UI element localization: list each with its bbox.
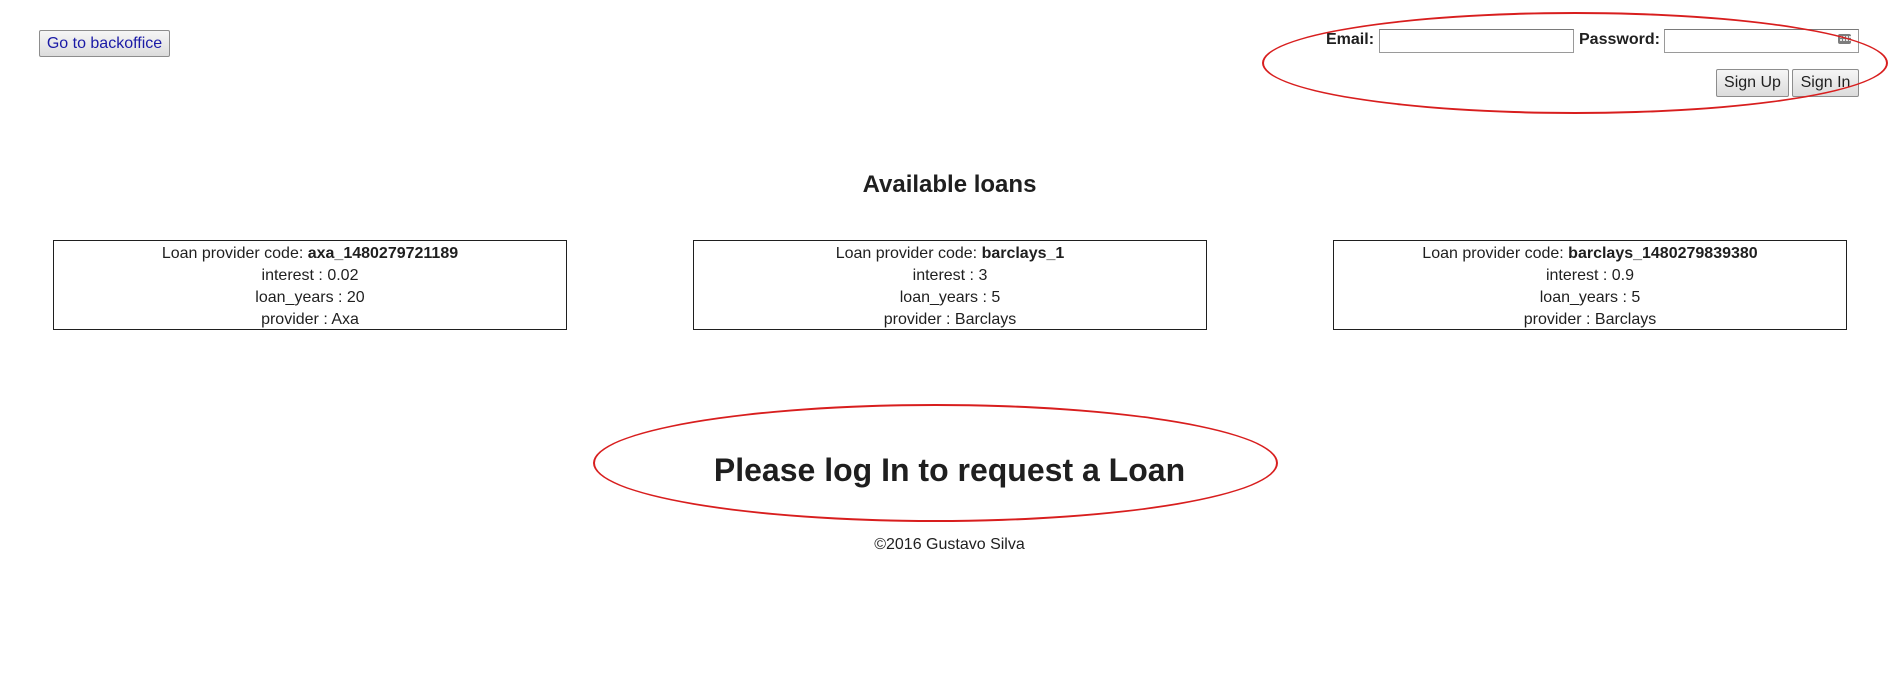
loan-card: Loan provider code: axa_1480279721189 in…	[53, 240, 567, 330]
loan-code: barclays_1480279839380	[1568, 245, 1758, 262]
loan-interest: 0.9	[1611, 267, 1635, 284]
go-to-backoffice-button[interactable]: Go to backoffice	[39, 30, 170, 57]
sign-up-button[interactable]: Sign Up	[1716, 69, 1789, 97]
login-prompt-heading: Please log In to request a Loan	[713, 452, 1186, 488]
keyboard-icon[interactable]	[1838, 34, 1851, 44]
login-highlight-ellipse	[1262, 12, 1888, 114]
loan-provider-label: provider :	[1523, 311, 1595, 328]
loan-card: Loan provider code: barclays_1 interest …	[693, 240, 1207, 330]
loan-code-row: Loan provider code: barclays_1	[694, 243, 1206, 265]
loan-years: 5	[991, 289, 1001, 306]
loan-code-label: Loan provider code:	[161, 245, 308, 262]
loan-interest: 0.02	[327, 267, 359, 284]
loan-provider: Barclays	[954, 311, 1017, 328]
loan-interest-row: interest : 3	[694, 265, 1206, 287]
loan-provider-label: provider :	[261, 311, 332, 328]
loan-years-row: loan_years : 5	[1334, 287, 1846, 309]
loan-provider: Axa	[331, 311, 359, 328]
loan-years: 20	[346, 289, 365, 306]
loan-code-row: Loan provider code: axa_1480279721189	[54, 243, 566, 265]
loan-interest-row: interest : 0.02	[54, 265, 566, 287]
loan-provider-row: provider : Barclays	[694, 309, 1206, 331]
email-field[interactable]	[1379, 29, 1574, 53]
email-label: Email:	[1326, 31, 1375, 48]
loan-years: 5	[1631, 289, 1641, 306]
available-loans-heading: Available loans	[862, 171, 1037, 198]
loan-provider-row: provider : Axa	[54, 309, 566, 331]
loan-interest-label: interest :	[261, 267, 328, 284]
footer-copyright: ©2016 Gustavo Silva	[874, 536, 1025, 553]
loan-code-label: Loan provider code:	[1422, 245, 1569, 262]
sign-in-button[interactable]: Sign In	[1792, 69, 1859, 97]
loan-years-row: loan_years : 20	[54, 287, 566, 309]
loan-provider: Barclays	[1594, 311, 1657, 328]
loan-code-row: Loan provider code: barclays_14802798393…	[1334, 243, 1846, 265]
loan-code: axa_1480279721189	[307, 245, 459, 262]
loan-years-row: loan_years : 5	[694, 287, 1206, 309]
loan-years-label: loan_years :	[255, 289, 347, 306]
loan-provider-label: provider :	[883, 311, 955, 328]
loan-years-label: loan_years :	[1539, 289, 1632, 306]
loan-interest-label: interest :	[1545, 267, 1612, 284]
loan-interest: 3	[978, 267, 988, 284]
loan-provider-row: provider : Barclays	[1334, 309, 1846, 331]
loan-interest-label: interest :	[912, 267, 979, 284]
loan-code-label: Loan provider code:	[835, 245, 982, 262]
password-field[interactable]	[1664, 29, 1859, 53]
loan-interest-row: interest : 0.9	[1334, 265, 1846, 287]
password-label: Password:	[1579, 31, 1660, 48]
loan-years-label: loan_years :	[899, 289, 992, 306]
loan-card: Loan provider code: barclays_14802798393…	[1333, 240, 1847, 330]
loan-code: barclays_1	[981, 245, 1065, 262]
